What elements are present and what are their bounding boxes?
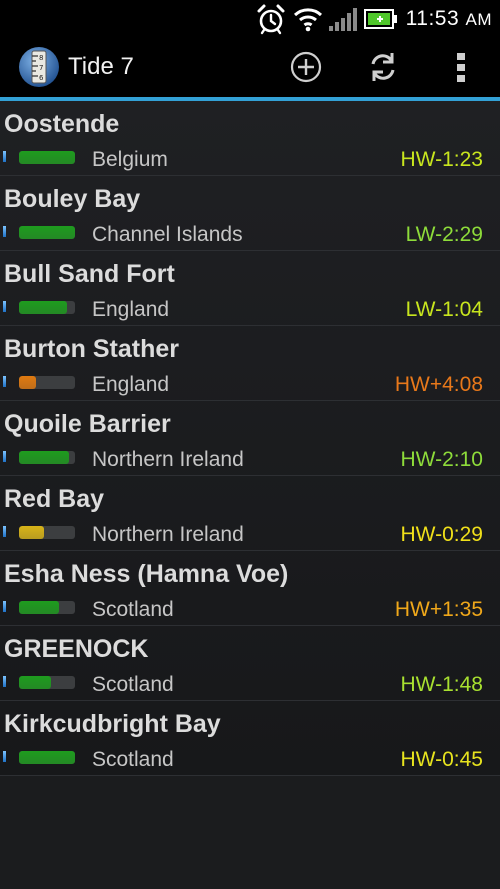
location-country: Channel Islands — [92, 223, 243, 246]
location-name: Esha Ness (Hamna Voe) — [4, 560, 289, 588]
tide-level-fill — [19, 226, 75, 239]
tide-level-fill — [19, 676, 52, 689]
tide-level-fill — [19, 751, 75, 764]
tide-time: HW-1:48 — [400, 673, 483, 696]
location-name: Bull Sand Fort — [4, 260, 175, 288]
tide-level-fill — [19, 451, 70, 464]
tide-level-fill — [19, 376, 36, 389]
tide-marker-icon — [3, 676, 6, 687]
location-country: Belgium — [92, 148, 168, 171]
tide-time: LW-1:04 — [405, 298, 483, 321]
tide-marker-icon — [3, 751, 6, 762]
tide-marker-icon — [3, 376, 6, 387]
location-row[interactable]: Red Bay Northern Ireland HW-0:29 — [0, 476, 500, 551]
tide-time: HW-0:45 — [400, 748, 483, 771]
tide-time: HW-1:23 — [400, 148, 483, 171]
location-row[interactable]: Burton Stather England HW+4:08 — [0, 326, 500, 401]
location-name: Kirkcudbright Bay — [4, 710, 221, 738]
status-bar: 11:53 AM — [0, 0, 500, 37]
tide-time: HW-0:29 — [400, 523, 483, 546]
tide-time: HW-2:10 — [400, 448, 483, 471]
add-location-button[interactable] — [286, 49, 326, 89]
location-country: Northern Ireland — [92, 523, 244, 546]
status-clock: 11:53 AM — [406, 7, 492, 31]
location-row[interactable]: GREENOCK Scotland HW-1:48 — [0, 626, 500, 701]
app-title: Tide 7 — [68, 53, 134, 80]
svg-text:6: 6 — [39, 74, 44, 82]
tide-marker-icon — [3, 301, 6, 312]
refresh-button[interactable] — [363, 49, 403, 89]
tide-level-bar — [19, 151, 75, 164]
tide-time: HW+1:35 — [394, 598, 483, 621]
tide-level-bar — [19, 751, 75, 764]
location-country: Scotland — [92, 748, 174, 771]
tide-level-bar — [19, 301, 75, 314]
svg-text:8: 8 — [39, 54, 43, 62]
tide-gauge-icon[interactable]: 8 7 6 — [18, 46, 60, 88]
location-country: England — [92, 373, 170, 396]
location-row[interactable]: Kirkcudbright Bay Scotland HW-0:45 — [0, 701, 500, 776]
status-icons: 11:53 AM — [254, 0, 500, 37]
clock-time: 11:53 — [405, 6, 460, 30]
tide-level-fill — [19, 526, 44, 539]
location-row[interactable]: Esha Ness (Hamna Voe) Scotland HW+1:35 — [0, 551, 500, 626]
location-country: England — [92, 298, 170, 321]
location-name: Burton Stather — [4, 335, 179, 363]
add-icon — [289, 50, 323, 89]
tide-time: HW+4:08 — [394, 373, 483, 396]
tide-marker-icon — [3, 451, 6, 462]
svg-text:7: 7 — [39, 64, 43, 72]
location-name: Red Bay — [4, 485, 105, 513]
refresh-icon — [365, 49, 401, 90]
tide-level-fill — [19, 151, 75, 164]
tide-level-bar — [19, 376, 75, 389]
tide-marker-icon — [3, 601, 6, 612]
location-row[interactable]: Bouley Bay Channel Islands LW-2:29 — [0, 176, 500, 251]
location-name: GREENOCK — [4, 635, 149, 663]
location-row[interactable]: Quoile Barrier Northern Ireland HW-2:10 — [0, 401, 500, 476]
alarm-icon — [254, 2, 288, 36]
tide-marker-icon — [3, 226, 6, 237]
tide-time: LW-2:29 — [405, 223, 483, 246]
signal-icon — [328, 6, 358, 32]
overflow-menu-button[interactable] — [441, 49, 481, 89]
battery-icon — [363, 8, 398, 29]
location-list: Oostende Belgium HW-1:23 Bouley Bay Channel … — [0, 101, 500, 776]
location-name: Oostende — [4, 110, 120, 138]
location-country: Scotland — [92, 673, 174, 696]
location-name: Bouley Bay — [4, 185, 141, 213]
location-name: Quoile Barrier — [4, 410, 171, 438]
wifi-icon — [292, 4, 324, 34]
tide-marker-icon — [3, 151, 6, 162]
tide-level-bar — [19, 226, 75, 239]
clock-ampm: AM — [465, 9, 492, 29]
location-country: Scotland — [92, 598, 174, 621]
tide-level-bar — [19, 601, 75, 614]
tide-level-fill — [19, 601, 60, 614]
action-bar: 8 7 6 Tide 7 — [0, 37, 500, 97]
location-row[interactable]: Bull Sand Fort England LW-1:04 — [0, 251, 500, 326]
tide-level-bar — [19, 526, 75, 539]
location-country: Northern Ireland — [92, 448, 244, 471]
tide-level-bar — [19, 451, 75, 464]
location-row[interactable]: Oostende Belgium HW-1:23 — [0, 101, 500, 176]
tide-level-fill — [19, 301, 68, 314]
overflow-menu-icon — [455, 50, 467, 89]
tide-marker-icon — [3, 526, 6, 537]
tide-level-bar — [19, 676, 75, 689]
